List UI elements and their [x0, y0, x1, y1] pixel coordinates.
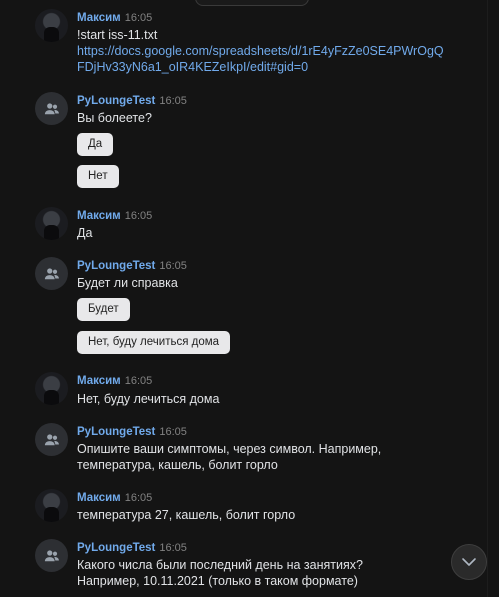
- community-icon[interactable]: [35, 92, 68, 125]
- message-text-line: !start iss-11.txt: [77, 28, 158, 42]
- chat-history: Максим 16:05 !start iss-11.txt https://do…: [0, 0, 487, 597]
- message-time: 16:05: [159, 426, 187, 438]
- message-text: Будет ли справка: [77, 276, 178, 290]
- author-label[interactable]: Максим: [77, 375, 121, 387]
- message-text: температура 27, кашель, болит горло: [77, 508, 296, 522]
- author-name[interactable]: PyLoungeTest 16:05: [77, 426, 187, 438]
- scroll-divider: [487, 0, 488, 597]
- message-text: Да: [77, 226, 93, 240]
- author-name[interactable]: Максим 16:05: [77, 210, 152, 222]
- author-label[interactable]: PyLoungeTest: [77, 260, 155, 272]
- message-time: 16:05: [159, 95, 187, 107]
- message-time: 16:05: [159, 260, 187, 272]
- author-name[interactable]: Максим 16:05: [77, 492, 152, 504]
- message-time: 16:05: [124, 375, 153, 387]
- message-time: 16:05: [159, 542, 187, 554]
- message-time: 16:05: [124, 12, 153, 24]
- user-avatar[interactable]: [35, 207, 68, 240]
- scroll-to-bottom-button[interactable]: [451, 544, 487, 580]
- author-label[interactable]: Максим: [77, 12, 121, 24]
- message-text-line: температура, кашель, болит горло: [77, 458, 278, 472]
- message-text-line: Какого числа были последний день на заня…: [77, 558, 363, 572]
- author-name[interactable]: PyLoungeTest 16:05: [77, 542, 187, 554]
- message-text: Вы болеете?: [77, 111, 152, 125]
- message-text-line: Опишите ваши симптомы, через символ. Нап…: [77, 442, 382, 456]
- author-name[interactable]: PyLoungeTest 16:05: [77, 260, 187, 272]
- user-avatar[interactable]: [35, 9, 68, 42]
- author-name[interactable]: PyLoungeTest 16:05: [77, 95, 187, 107]
- message-time: 16:05: [124, 210, 153, 222]
- message-text-line: Например, 10.11.2021 (только в таком фор…: [77, 574, 358, 588]
- author-label[interactable]: PyLoungeTest: [77, 426, 155, 438]
- message-text: Нет, буду лечиться дома: [77, 392, 220, 406]
- message-text: !start iss-11.txt https://docs.google.co…: [77, 27, 457, 75]
- community-icon[interactable]: [35, 539, 68, 572]
- new-messages-pill[interactable]: [195, 0, 309, 6]
- author-label[interactable]: PyLoungeTest: [77, 542, 155, 554]
- author-label[interactable]: Максим: [77, 492, 121, 504]
- author-label[interactable]: Максим: [77, 210, 121, 222]
- scrollbar[interactable]: [491, 0, 497, 597]
- user-avatar[interactable]: [35, 489, 68, 522]
- chevron-down-icon: [462, 558, 476, 566]
- community-icon[interactable]: [35, 423, 68, 456]
- keyboard-button-yes[interactable]: Да: [77, 133, 114, 156]
- author-label[interactable]: PyLoungeTest: [77, 95, 155, 107]
- author-name[interactable]: Максим 16:05: [77, 375, 152, 387]
- keyboard-button-no[interactable]: Нет: [77, 165, 119, 188]
- keyboard-button-certificate[interactable]: Будет: [77, 298, 130, 321]
- community-icon[interactable]: [35, 257, 68, 290]
- message-text: Опишите ваши симптомы, через символ. Нап…: [77, 441, 457, 473]
- author-name[interactable]: Максим 16:05: [77, 12, 152, 24]
- message-link[interactable]: FDjHv33yN6a1_oIR4KEZeIkpI/edit#gid=0: [77, 59, 457, 75]
- message-link[interactable]: https://docs.google.com/spreadsheets/d/1…: [77, 43, 457, 59]
- message-time: 16:05: [124, 492, 153, 504]
- user-avatar[interactable]: [35, 372, 68, 405]
- message-text: Какого числа были последний день на заня…: [77, 557, 457, 589]
- keyboard-button-home-treatment[interactable]: Нет, буду лечиться дома: [77, 331, 231, 354]
